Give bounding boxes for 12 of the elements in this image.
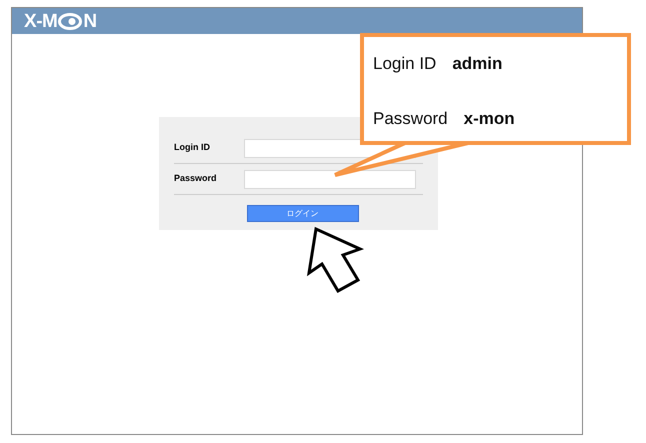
- eye-icon: [58, 12, 82, 30]
- credential-label: Password: [373, 108, 448, 130]
- logo-text: N: [83, 12, 98, 30]
- credential-value: admin: [452, 53, 502, 75]
- logo-text: X-M: [24, 12, 58, 30]
- field-label: Login ID: [174, 141, 211, 154]
- credential-value: x-mon: [464, 108, 515, 130]
- credential-label: Login ID: [373, 53, 436, 75]
- cursor-icon: [306, 226, 364, 294]
- login-button[interactable]: ログイン: [246, 205, 358, 222]
- field-label: Password: [174, 172, 218, 186]
- input-field[interactable]: [244, 170, 416, 188]
